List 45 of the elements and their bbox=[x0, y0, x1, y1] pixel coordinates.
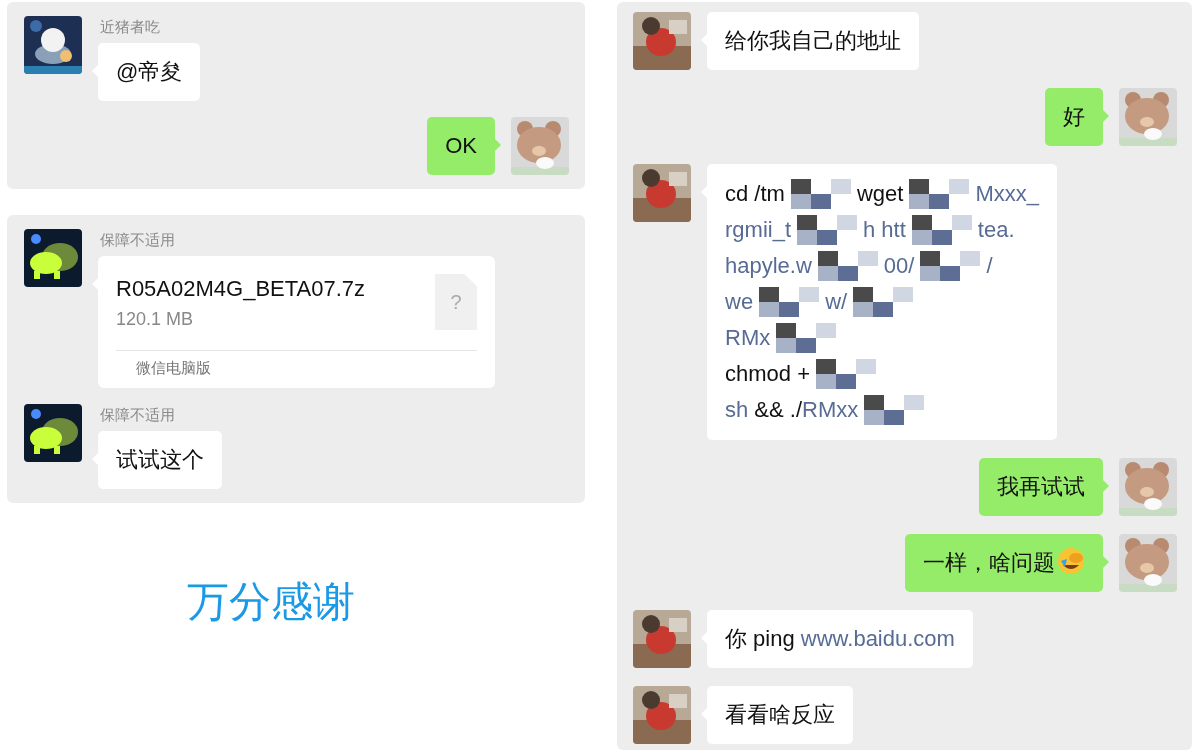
link[interactable]: www.baidu.com bbox=[800, 626, 955, 651]
message-text: 试试这个 bbox=[116, 446, 204, 472]
link[interactable]: rgmii_t bbox=[725, 212, 791, 248]
sender-name: 保障不适用 bbox=[100, 230, 175, 250]
link[interactable]: we bbox=[725, 284, 754, 320]
redaction-mosaic-drawing bbox=[817, 251, 878, 281]
sender-name: 保障不适用 bbox=[100, 404, 175, 425]
caption-text: 万分感谢 bbox=[187, 576, 356, 627]
message-text: && ./ bbox=[753, 396, 803, 424]
message-text: 给你我自己的地址 bbox=[725, 28, 901, 53]
sender-name: 近猪者吃 bbox=[100, 17, 160, 37]
redaction-mosaic-drawing bbox=[853, 287, 914, 317]
redaction-mosaic-drawing bbox=[776, 323, 837, 353]
link[interactable]: Mxxx_ bbox=[975, 176, 1039, 212]
message-text: 我再试试 bbox=[997, 474, 1085, 499]
file-icon: ? bbox=[435, 274, 477, 330]
link[interactable]: hapyle.w bbox=[725, 248, 812, 284]
message-text: OK bbox=[445, 133, 477, 158]
message-text: 一样，啥问题 bbox=[923, 550, 1055, 575]
source-label: 微信电脑版 bbox=[116, 350, 477, 388]
redaction-mosaic-drawing bbox=[759, 287, 820, 317]
redaction-mosaic-drawing bbox=[864, 395, 925, 425]
link[interactable]: RMx bbox=[725, 320, 771, 356]
message-text: wget bbox=[856, 180, 904, 208]
file-name: R05A02M4G_BETA07.7z bbox=[116, 275, 366, 303]
redaction-mosaic-drawing bbox=[797, 215, 857, 245]
message-text: 你 ping bbox=[725, 626, 796, 651]
link[interactable]: RMxx bbox=[802, 392, 859, 428]
link[interactable]: sh bbox=[725, 392, 749, 428]
redaction-mosaic-drawing bbox=[909, 179, 970, 209]
link[interactable]: w/ bbox=[825, 284, 848, 320]
file-size: 120.1 MB bbox=[116, 308, 195, 331]
message-text: cd /tm bbox=[725, 180, 785, 208]
link[interactable]: 00/ bbox=[883, 248, 915, 284]
redaction-mosaic-drawing bbox=[790, 179, 851, 209]
message-text: chmod + bbox=[725, 360, 810, 388]
link[interactable]: tea. bbox=[977, 212, 1015, 248]
link[interactable]: h htt bbox=[863, 212, 906, 248]
redaction-mosaic-drawing bbox=[816, 359, 876, 389]
message-text: @帝夋 bbox=[116, 59, 183, 84]
redaction-mosaic-drawing bbox=[920, 251, 981, 281]
message-text: 好 bbox=[1063, 104, 1085, 129]
link[interactable]: / bbox=[986, 248, 993, 284]
message-text: 看看啥反应 bbox=[725, 702, 835, 727]
redaction-mosaic-drawing bbox=[911, 215, 972, 245]
